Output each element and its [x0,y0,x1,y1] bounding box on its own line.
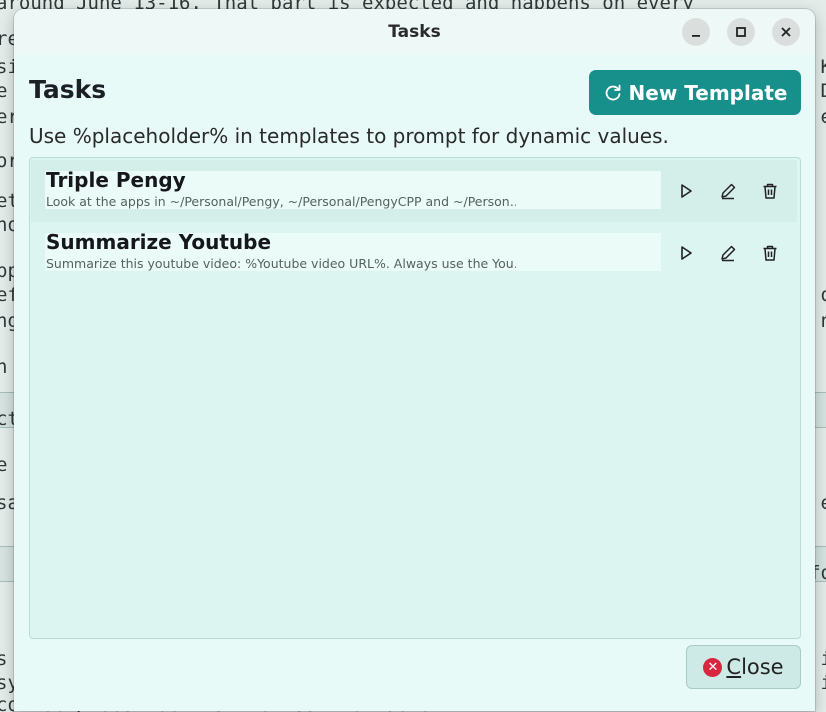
page-title: Tasks [29,75,107,104]
new-template-label: New Template [628,80,788,105]
background-text: n [0,356,8,378]
task-name: Summarize Youtube [46,230,272,254]
placeholder-hint: Use %placeholder% in templates to prompt… [29,124,669,148]
delete-task-button[interactable] [759,180,781,202]
task-description: Look at the apps in ~/Personal/Pengy, ~/… [46,194,516,209]
pencil-icon [721,245,736,262]
minimize-button[interactable] [682,18,710,46]
maximize-icon [736,27,746,37]
play-icon [681,184,692,198]
run-task-button[interactable] [675,242,697,264]
close-button-label: Close [726,655,784,679]
trash-icon [763,245,777,261]
tasks-dialog: Tasks Tasks New Template Use %placeholde… [14,9,815,711]
task-list: Triple Pengy Look at the apps in ~/Perso… [29,157,801,639]
close-icon [781,27,791,37]
task-name: Triple Pengy [46,168,186,192]
background-text: n [821,310,826,332]
minimize-icon [692,35,700,37]
titlebar: Tasks [14,9,815,55]
delete-task-button[interactable] [759,242,781,264]
close-circle-icon: ✕ [703,657,723,677]
background-text: K [821,56,826,78]
task-description: Summarize this youtube video: %Youtube v… [46,256,516,271]
edit-task-button[interactable] [717,180,739,202]
list-item[interactable]: Summarize Youtube Summarize this youtube… [31,222,797,284]
background-text: e [0,80,8,102]
background-text: e [0,454,8,476]
background-text: i [821,648,826,670]
maximize-button[interactable] [727,18,755,46]
play-icon [681,246,692,260]
edit-task-button[interactable] [717,242,739,264]
close-button[interactable]: ✕ Close [686,645,801,689]
background-text: e [821,106,826,128]
close-window-button[interactable] [772,18,800,46]
pencil-icon [721,183,736,200]
background-text: s [0,648,8,670]
background-text: o [821,284,826,306]
trash-icon [763,183,777,199]
background-text: i [821,672,826,694]
new-template-button[interactable]: New Template [589,70,801,115]
refresh-icon [605,84,620,100]
list-item[interactable]: Triple Pengy Look at the apps in ~/Perso… [31,160,797,222]
background-text: e [821,492,826,514]
background-text: D [821,80,826,102]
run-task-button[interactable] [675,180,697,202]
